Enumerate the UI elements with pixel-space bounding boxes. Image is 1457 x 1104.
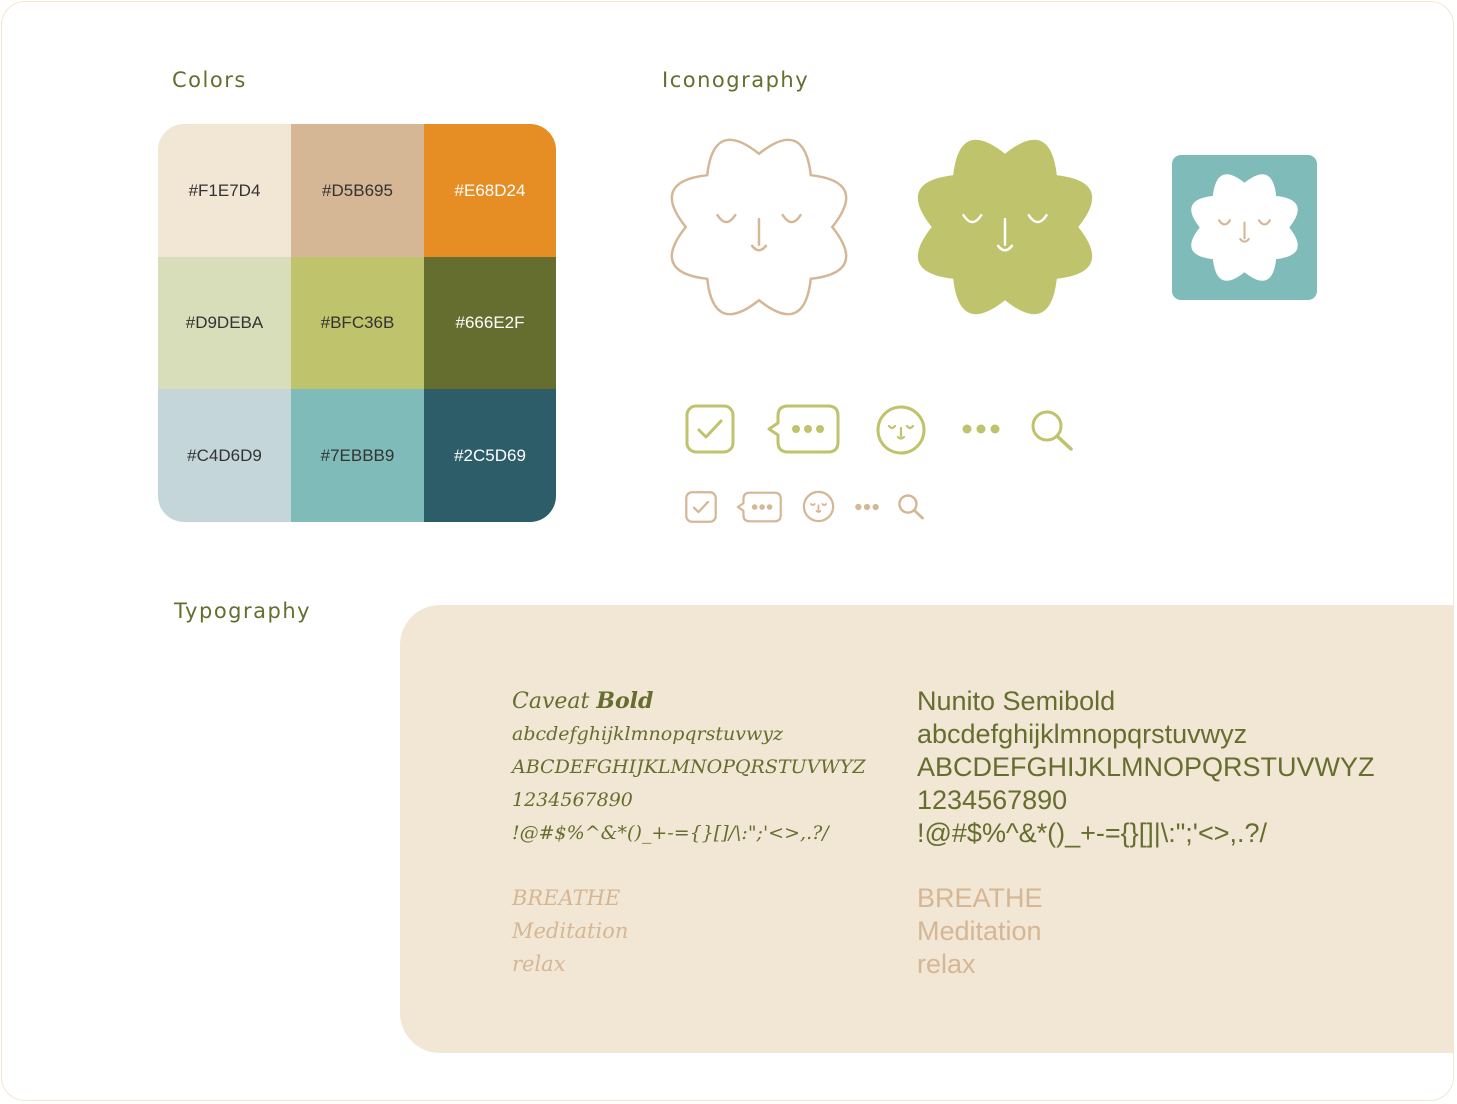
caveat-sample-meditation: Meditation xyxy=(512,919,629,943)
color-swatch: #D5B695 xyxy=(291,124,424,257)
swatch-hex-label: #C4D6D9 xyxy=(187,445,262,465)
color-swatch: #F1E7D4 xyxy=(158,124,291,257)
color-swatch: #E68D24 xyxy=(424,124,556,257)
swatch-hex-label: #E68D24 xyxy=(454,180,526,200)
nunito-specimen: Nunito Semibold abcdefghijklmnopqrstuvwy… xyxy=(917,685,1375,981)
chat-bubble-icon xyxy=(736,491,782,523)
chat-bubble-icon xyxy=(767,404,840,454)
caveat-uppercase: ABCDEFGHIJKLMNOPQRSTUVWYZ xyxy=(512,756,866,778)
more-dots-icon xyxy=(855,503,879,511)
color-swatch: #BFC36B xyxy=(291,257,424,389)
caveat-sample-breathe: BREATHE xyxy=(512,886,621,910)
colors-section-title: Colors xyxy=(172,68,247,92)
search-icon xyxy=(1031,410,1073,451)
more-dots-icon xyxy=(962,424,1000,434)
color-swatch: #7EBBB9 xyxy=(291,389,424,522)
iconography-section-title: Iconography xyxy=(662,68,810,92)
checkbox-icon xyxy=(685,404,735,454)
swatch-hex-label: #D5B695 xyxy=(322,180,393,200)
smiley-face-icon xyxy=(802,490,835,523)
color-swatch: #666E2F xyxy=(424,257,556,389)
app-icon xyxy=(1172,155,1317,300)
swatch-hex-label: #D9DEBA xyxy=(185,313,264,332)
cloud-face-outline-icon xyxy=(670,138,848,316)
caveat-sample-relax: relax xyxy=(512,952,566,976)
typography-panel: Caveat Bold abcdefghijklmnopqrstuvwyz AB… xyxy=(400,605,1453,1053)
smiley-face-icon xyxy=(876,405,926,455)
nunito-sample-relax: relax xyxy=(917,949,976,979)
nunito-sample-meditation: Meditation xyxy=(917,916,1042,946)
typography-section-title: Typography xyxy=(174,599,312,623)
font-name-bold: Bold xyxy=(596,688,654,714)
nunito-digits: 1234567890 xyxy=(917,785,1068,815)
caveat-digits: 1234567890 xyxy=(512,789,633,811)
search-icon xyxy=(898,494,924,520)
caveat-font-name: Caveat Bold xyxy=(512,685,866,718)
nunito-uppercase: ABCDEFGHIJKLMNOPQRSTUVWYZ xyxy=(917,752,1375,782)
caveat-symbols: !@#$%^&*()_+-={}[]/\:";'<>,.?/ xyxy=(512,822,829,844)
swatch-hex-label: #F1E7D4 xyxy=(188,180,261,200)
swatch-hex-label: #7EBBB9 xyxy=(320,445,395,465)
color-swatch: #C4D6D9 xyxy=(158,389,291,522)
checkbox-icon xyxy=(685,491,717,523)
caveat-specimen: Caveat Bold abcdefghijklmnopqrstuvwyz AB… xyxy=(512,685,866,981)
swatch-hex-label: #BFC36B xyxy=(320,313,395,332)
color-swatch: #D9DEBA xyxy=(158,257,291,389)
caveat-lowercase: abcdefghijklmnopqrstuvwyz xyxy=(512,723,783,745)
font-name-regular: Caveat xyxy=(512,689,597,714)
style-guide-frame: Colors Iconography Typography #F1E7D4 #D… xyxy=(1,1,1454,1101)
nunito-symbols: !@#$%^&*()_+-={}[]|\:";'<>,.?/ xyxy=(917,818,1268,848)
nunito-lowercase: abcdefghijklmnopqrstuvwyz xyxy=(917,719,1248,749)
nunito-font-name: Nunito Semibold xyxy=(917,686,1116,716)
color-palette-grid: #F1E7D4 #D5B695 #E68D24 #D9DEBA #BFC36B … xyxy=(158,124,556,522)
swatch-hex-label: #2C5D69 xyxy=(454,445,526,465)
swatch-hex-label: #666E2F xyxy=(455,313,525,332)
color-swatch: #2C5D69 xyxy=(424,389,556,522)
cloud-face-filled-icon xyxy=(917,139,1093,315)
nunito-sample-breathe: BREATHE xyxy=(917,883,1043,913)
